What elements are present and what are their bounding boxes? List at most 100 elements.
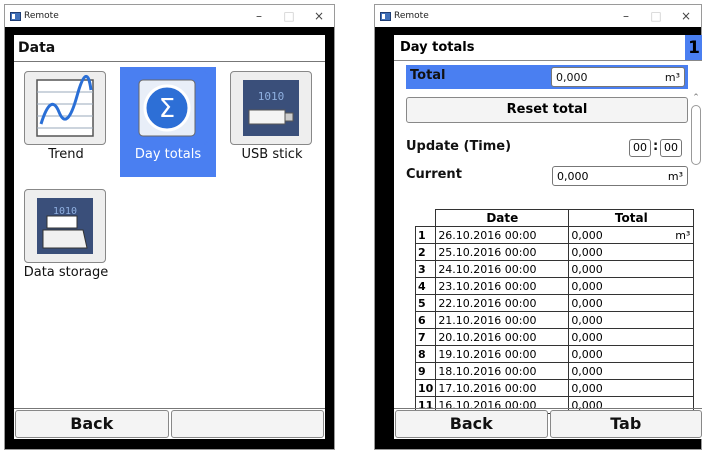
table-row[interactable]: 10 17.10.2016 00:00 0,000 <box>414 379 695 397</box>
update-minute-field[interactable]: 00 <box>660 139 682 157</box>
maximize-button[interactable]: □ <box>274 5 304 27</box>
svg-text:Σ: Σ <box>159 94 175 124</box>
minimize-button[interactable]: – <box>244 5 274 27</box>
title-bar[interactable]: Remote – □ × <box>5 5 334 27</box>
page-title-text: Day totals <box>400 40 475 55</box>
app-icon <box>10 11 21 21</box>
device-screen: Day totals 1 Total 0,000 m³ Reset total … <box>394 35 702 439</box>
time-separator: : <box>653 139 659 154</box>
row-total: 0,000 <box>571 381 603 395</box>
row-date: 20.10.2016 00:00 <box>435 328 570 346</box>
row-total: 0,000 <box>571 245 603 259</box>
device-screen: Data Trend Σ Day totals 1010 USB stick 1… <box>14 35 325 439</box>
softkey-bar: Back Tab <box>394 408 702 439</box>
row-total: 0,000 <box>571 364 603 378</box>
table-row[interactable]: 2 25.10.2016 00:00 0,000 <box>414 243 695 261</box>
table-corner <box>415 209 437 227</box>
table-row[interactable]: 4 23.10.2016 00:00 0,000 <box>414 277 695 295</box>
softkey-bar: Back <box>14 408 325 439</box>
table-row[interactable]: 1 26.10.2016 00:00 0,000 m³ <box>414 226 695 244</box>
row-number: 7 <box>414 328 437 346</box>
row-date: 26.10.2016 00:00 <box>435 226 570 244</box>
total-label: Total <box>410 68 446 83</box>
close-button[interactable]: × <box>304 5 334 27</box>
update-time-label: Update (Time) <box>406 139 512 154</box>
row-total: 0,000 <box>571 279 603 293</box>
window-title: Remote <box>394 11 429 21</box>
total-row[interactable]: Total 0,000 m³ <box>406 65 688 89</box>
row-total-cell: 0,000 <box>568 311 695 329</box>
col-header-date: Date <box>435 209 570 227</box>
row-date: 25.10.2016 00:00 <box>435 243 570 261</box>
minimize-button[interactable]: – <box>611 5 641 27</box>
row-total-cell: 0,000 <box>568 328 695 346</box>
table-row[interactable]: 5 22.10.2016 00:00 0,000 <box>414 294 695 312</box>
row-total-cell: 0,000 <box>568 243 695 261</box>
tile-data-storage[interactable]: 1010 Data storage <box>18 185 114 295</box>
close-button[interactable]: × <box>671 5 701 27</box>
usb-icon: 1010 <box>230 71 312 145</box>
update-hour-field[interactable]: 00 <box>629 139 651 157</box>
tab-button[interactable]: Tab <box>549 410 702 438</box>
svg-text:1010: 1010 <box>258 90 285 103</box>
row-total-cell: 0,000 <box>568 379 695 397</box>
table-row[interactable]: 7 20.10.2016 00:00 0,000 <box>414 328 695 346</box>
row-total-cell: 0,000 <box>568 362 695 380</box>
maximize-button[interactable]: □ <box>641 5 671 27</box>
row-total-cell: 0,000 <box>568 260 695 278</box>
table-row[interactable]: 8 19.10.2016 00:00 0,000 <box>414 345 695 363</box>
tile-trend[interactable]: Trend <box>18 67 114 177</box>
row-unit: m³ <box>675 228 691 242</box>
row-number: 8 <box>414 345 437 363</box>
scroll-thumb[interactable] <box>691 105 701 165</box>
empty-softkey[interactable] <box>170 410 324 438</box>
row-number: 5 <box>414 294 437 312</box>
current-value-field[interactable]: 0,000 m³ <box>552 166 688 186</box>
folder-icon: 1010 <box>24 189 106 263</box>
row-number: 10 <box>414 379 437 397</box>
row-total: 0,000 <box>571 228 603 242</box>
current-value: 0,000 <box>557 170 589 183</box>
row-date: 23.10.2016 00:00 <box>435 277 570 295</box>
row-number: 4 <box>414 277 437 295</box>
row-total-cell: 0,000 m³ <box>568 226 695 244</box>
table-row[interactable]: 9 18.10.2016 00:00 0,000 <box>414 362 695 380</box>
row-total-cell: 0,000 <box>568 345 695 363</box>
tile-label: Data storage <box>23 265 109 280</box>
back-button[interactable]: Back <box>395 410 548 438</box>
total-unit: m³ <box>664 71 680 84</box>
row-number: 2 <box>414 243 437 261</box>
col-header-total: Total <box>568 209 695 227</box>
row-total: 0,000 <box>571 330 603 344</box>
tile-day-totals[interactable]: Σ Day totals <box>120 67 216 177</box>
row-number: 9 <box>414 362 437 380</box>
tile-label: Day totals <box>134 147 202 162</box>
scrollbar[interactable]: ⌃ ⌄ <box>691 93 701 439</box>
row-total: 0,000 <box>571 313 603 327</box>
row-number: 1 <box>414 226 437 244</box>
day-totals-table: Date Total 1 26.10.2016 00:00 0,000 m³ 2 25.1… <box>414 209 695 414</box>
reset-total-button[interactable]: Reset total <box>406 97 688 123</box>
row-number: 3 <box>414 260 437 278</box>
row-total-cell: 0,000 <box>568 294 695 312</box>
total-value-field[interactable]: 0,000 m³ <box>551 67 685 87</box>
sigma-icon: Σ <box>126 71 208 145</box>
row-date: 24.10.2016 00:00 <box>435 260 570 278</box>
app-icon <box>380 11 391 21</box>
page-title: Day totals 1 <box>394 35 702 61</box>
row-total: 0,000 <box>571 296 603 310</box>
table-row[interactable]: 6 21.10.2016 00:00 0,000 <box>414 311 695 329</box>
back-button[interactable]: Back <box>15 410 169 438</box>
row-total-cell: 0,000 <box>568 277 695 295</box>
row-date: 21.10.2016 00:00 <box>435 311 570 329</box>
tile-usb-stick[interactable]: 1010 USB stick <box>224 67 320 177</box>
row-total: 0,000 <box>571 347 603 361</box>
scroll-up-icon[interactable]: ⌃ <box>691 93 701 103</box>
page-number-badge: 1 <box>685 35 702 60</box>
tile-label: USB stick <box>241 147 303 162</box>
title-bar[interactable]: Remote – □ × <box>375 5 701 27</box>
row-date: 18.10.2016 00:00 <box>435 362 570 380</box>
window-title: Remote <box>24 11 59 21</box>
table-row[interactable]: 3 24.10.2016 00:00 0,000 <box>414 260 695 278</box>
row-total: 0,000 <box>571 262 603 276</box>
